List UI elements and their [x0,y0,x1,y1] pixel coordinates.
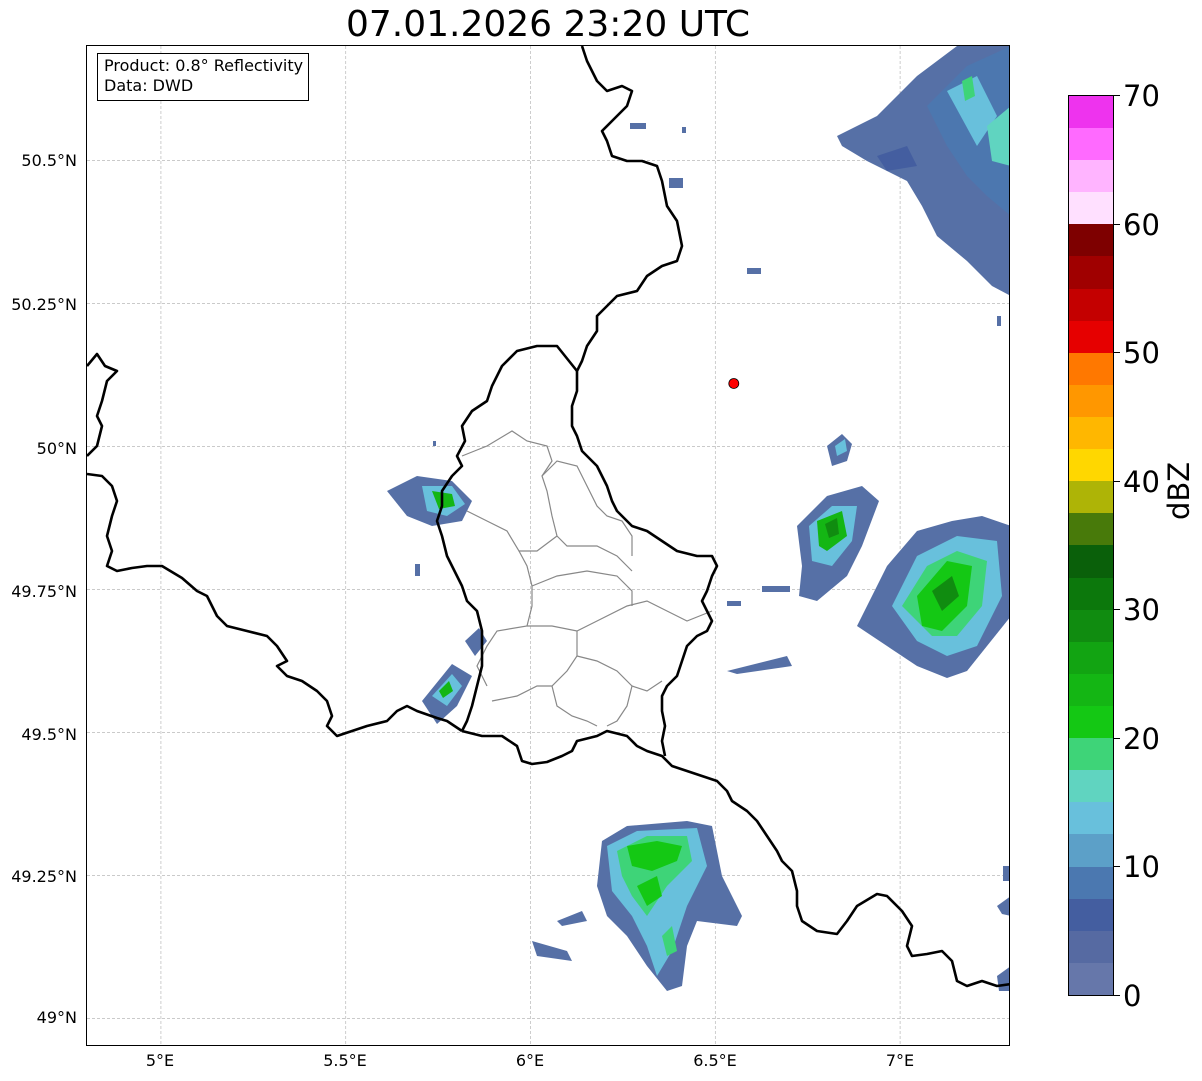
product-info-box: Product: 0.8° Reflectivity Data: DWD [97,53,310,101]
colorbar-tick-label: 10 [1123,850,1160,884]
lon-tick-label: 6°E [515,1051,545,1070]
colorbar-tick [1114,609,1120,610]
colorbar-segment [1069,160,1113,193]
lat-tick-label: 49.5°N [21,725,77,744]
colorbar-segment [1069,834,1113,867]
map-title: 07.01.2026 23:20 UTC [345,4,751,45]
colorbar-tick-label: 0 [1123,979,1142,1013]
colorbar-segment [1069,706,1113,739]
colorbar-segment [1069,481,1113,514]
colorbar-tick-label: 40 [1123,465,1160,499]
radar-echoes [387,46,1009,991]
colorbar-segment [1069,898,1113,931]
colorbar-segment [1069,95,1113,129]
location-marker [728,378,740,389]
colorbar-tick-label: 60 [1123,208,1160,242]
lon-tick-label: 6.5°E [693,1051,737,1070]
colorbar-tick-label: 30 [1123,593,1160,627]
colorbar-tick [1114,995,1120,996]
colorbar-segment [1069,449,1113,482]
radar-map-panel[interactable] [86,45,1010,1046]
colorbar-tick [1114,95,1120,96]
colorbar-segment [1069,802,1113,835]
lat-tick-label: 50°N [36,439,77,458]
product-label: Product: 0.8° Reflectivity [104,56,304,75]
colorbar [1068,95,1114,996]
colorbar-segment [1069,609,1113,642]
colorbar-segment [1069,545,1113,578]
colorbar-segment [1069,352,1113,385]
radar-map [87,46,1009,1045]
lat-tick-label: 49.25°N [11,867,77,886]
colorbar-segment [1069,866,1113,899]
lat-tick-label: 49.75°N [11,582,77,601]
colorbar-segment [1069,930,1113,963]
colorbar-segment [1069,577,1113,610]
colorbar-segment [1069,641,1113,674]
echo-northeast [837,46,1009,295]
colorbar-tick-label: 70 [1123,79,1160,113]
colorbar-segment [1069,320,1113,353]
colorbar-segment [1069,128,1113,161]
colorbar-segment [1069,256,1113,289]
echo-west-cell [387,476,472,526]
colorbar-segment [1069,384,1113,418]
lat-tick-label: 50.5°N [21,151,77,170]
colorbar-segment [1069,673,1113,707]
colorbar-segment [1069,738,1113,771]
colorbar-segment [1069,224,1113,257]
lon-tick-label: 5°E [145,1051,175,1070]
colorbar-segment [1069,288,1113,321]
echo-east-cell [797,486,879,601]
colorbar-tick [1114,738,1120,739]
colorbar-tick-label: 50 [1123,336,1160,370]
data-source-label: Data: DWD [104,76,194,95]
colorbar-tick [1114,224,1120,225]
echo-south-cell [597,821,742,991]
lat-tick-label: 50.25°N [11,295,77,314]
colorbar-segment [1069,770,1113,803]
colorbar-tick-label: 20 [1123,722,1160,756]
lon-tick-label: 5.5°E [323,1051,367,1070]
colorbar-segment [1069,962,1113,995]
colorbar-segment [1069,513,1113,546]
colorbar-tick [1114,481,1120,482]
colorbar-tick [1114,866,1120,867]
lat-tick-label: 49°N [36,1008,77,1027]
colorbar-tick [1114,352,1120,353]
colorbar-segment [1069,417,1113,450]
lon-tick-label: 7°E [885,1051,915,1070]
colorbar-segment [1069,192,1113,225]
canton-boundaries [461,430,713,727]
colorbar-unit-label: dBZ [1162,461,1196,520]
echo-southeast-cell [857,516,1009,678]
